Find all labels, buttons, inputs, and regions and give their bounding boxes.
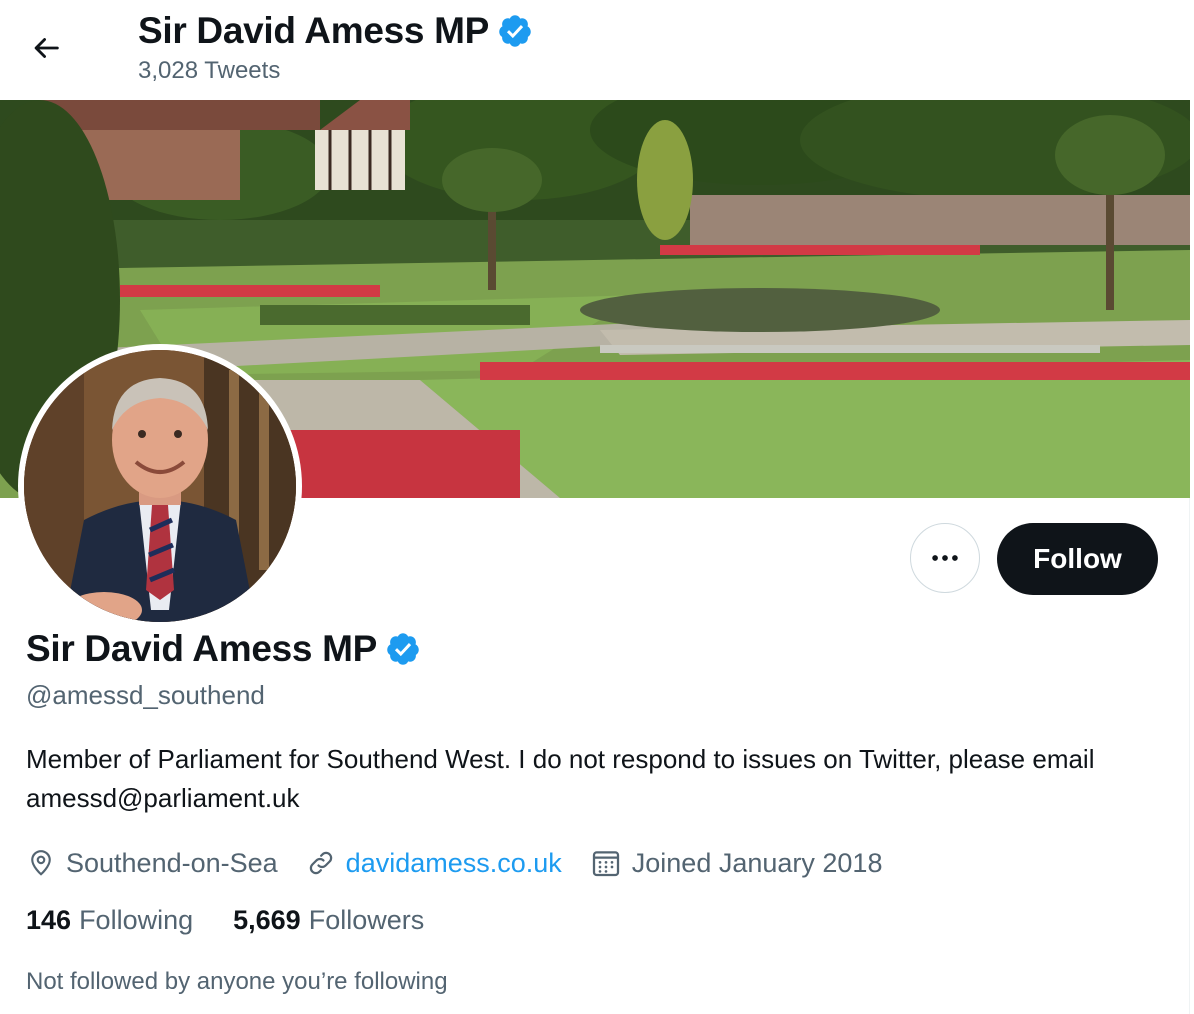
followed-by-note: Not followed by anyone you’re following bbox=[26, 968, 448, 995]
followers-stat[interactable]: 5,669 Followers bbox=[233, 905, 424, 936]
location-text: Southend-on-Sea bbox=[66, 847, 278, 878]
followers-count: 5,669 bbox=[233, 905, 301, 935]
arrow-left-icon bbox=[34, 38, 59, 58]
more-horizontal-icon bbox=[932, 555, 958, 561]
profile-header: Sir David Amess MP 3,028 Tweets bbox=[0, 0, 1190, 100]
followers-label: Followers bbox=[308, 905, 425, 935]
profile-stats: 146 Following 5,669 Followers bbox=[26, 905, 464, 936]
profile-meta: Southend-on-Sea davidamess.co.uk Joined … bbox=[26, 843, 910, 883]
following-count: 146 bbox=[26, 905, 72, 935]
avatar[interactable] bbox=[18, 344, 302, 628]
location-item: Southend-on-Sea bbox=[26, 848, 278, 879]
tweet-count: 3,028 Tweets bbox=[138, 57, 281, 84]
header-name: Sir David Amess MP bbox=[138, 10, 490, 51]
verified-badge-icon bbox=[387, 633, 419, 665]
display-name-text: Sir David Amess MP bbox=[26, 628, 378, 669]
following-stat[interactable]: 146 Following bbox=[26, 905, 193, 936]
avatar-photo bbox=[24, 350, 296, 622]
following-label: Following bbox=[79, 905, 194, 935]
location-pin-icon bbox=[31, 850, 51, 876]
back-button[interactable] bbox=[12, 18, 80, 78]
more-options-button[interactable] bbox=[910, 523, 980, 593]
verified-badge-icon bbox=[499, 15, 531, 47]
follow-button[interactable]: Follow bbox=[997, 523, 1158, 595]
profile-handle: @amessd_southend bbox=[26, 680, 265, 710]
link-icon bbox=[309, 851, 332, 875]
profile-display-name: Sir David Amess MP bbox=[26, 628, 421, 670]
joined-item: Joined January 2018 bbox=[590, 847, 883, 879]
website-link[interactable]: davidamess.co.uk bbox=[346, 848, 562, 879]
profile-bio: Member of Parliament for Southend West. … bbox=[26, 744, 1095, 813]
website-item: davidamess.co.uk bbox=[306, 848, 562, 879]
header-title: Sir David Amess MP bbox=[138, 10, 533, 52]
joined-text: Joined January 2018 bbox=[631, 847, 883, 878]
avatar-image bbox=[24, 350, 296, 622]
calendar-icon bbox=[592, 851, 619, 877]
